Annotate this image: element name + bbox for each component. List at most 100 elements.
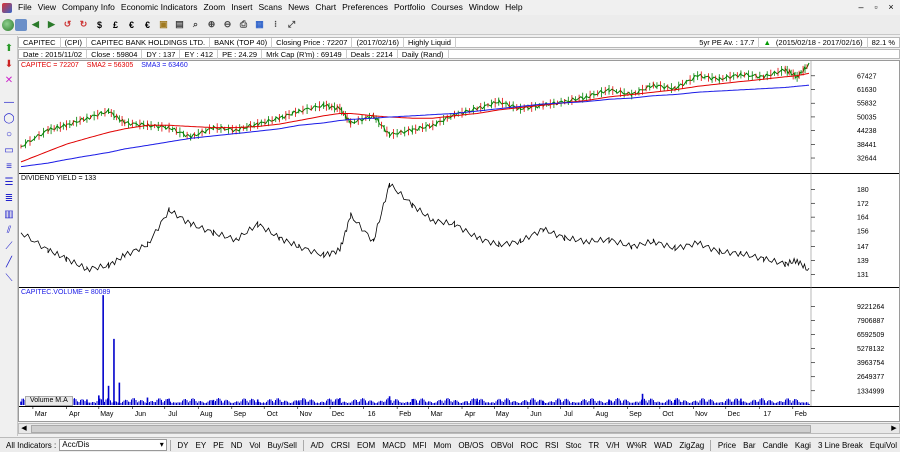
zoom-out-icon[interactable]: ⊖ xyxy=(220,17,235,32)
price-axis-label: 61630 xyxy=(857,87,877,94)
divider xyxy=(302,439,304,451)
btn-vh[interactable]: V/H xyxy=(602,441,622,450)
btn-stoc[interactable]: Stoc xyxy=(561,441,584,450)
btn-candle[interactable]: Candle xyxy=(759,441,791,450)
menu-view[interactable]: View xyxy=(35,0,59,15)
horizontal-scrollbar[interactable]: ◀ ▶ xyxy=(18,423,900,434)
btn-ey[interactable]: EY xyxy=(191,441,209,450)
x-tick-label: Jul xyxy=(564,411,573,418)
restore-button[interactable]: ▫ xyxy=(869,1,883,13)
btn-buy-sell[interactable]: Buy/Sell xyxy=(264,441,300,450)
menu-help[interactable]: Help xyxy=(502,0,525,15)
btn-vol[interactable]: Vol xyxy=(245,441,263,450)
euro-icon[interactable]: € xyxy=(124,17,139,32)
volume-axis-label: 9221264 xyxy=(857,304,884,311)
menu-zoom[interactable]: Zoom xyxy=(200,0,228,15)
btn-macd[interactable]: MACD xyxy=(378,441,409,450)
btn-wr[interactable]: W%R xyxy=(623,441,650,450)
ticker-bar: CAPITEC (CPI) CAPITEC BANK HOLDINGS LTD.… xyxy=(18,37,900,48)
scroll-right-icon[interactable]: ▶ xyxy=(889,424,899,433)
scroll-left-icon[interactable]: ◀ xyxy=(19,424,29,433)
menu-courses[interactable]: Courses xyxy=(428,0,466,15)
menu-window[interactable]: Window xyxy=(466,0,502,15)
btn-crsi[interactable]: CRSI xyxy=(327,441,353,450)
btn-equivol[interactable]: EquiVol xyxy=(866,441,900,450)
btn-obvol[interactable]: OBVol xyxy=(487,441,517,450)
btn-mom[interactable]: Mom xyxy=(430,441,455,450)
zoom-in-icon[interactable]: ⊕ xyxy=(204,17,219,32)
btn-roc[interactable]: ROC xyxy=(516,441,541,450)
euro2-icon[interactable]: € xyxy=(140,17,155,32)
chart-icon[interactable]: ▦ xyxy=(252,17,267,32)
menu-chart[interactable]: Chart xyxy=(312,0,339,15)
scroll-thumb[interactable] xyxy=(31,425,811,433)
print-icon[interactable]: ⎙ xyxy=(236,17,251,32)
globe-icon[interactable] xyxy=(2,18,14,31)
refresh2-icon[interactable]: ↻ xyxy=(76,17,91,32)
menu-economic-indicators[interactable]: Economic Indicators xyxy=(118,0,201,15)
dividend-axis-label: 131 xyxy=(857,272,869,279)
diagonal-tool-icon[interactable]: ⟍ xyxy=(3,272,15,284)
btn-wad[interactable]: WAD xyxy=(650,441,675,450)
menu-preferences[interactable]: Preferences xyxy=(339,0,391,15)
menu-news[interactable]: News xyxy=(285,0,312,15)
refresh-icon[interactable]: ↺ xyxy=(60,17,75,32)
dots-icon[interactable]: ⁝ xyxy=(268,17,283,32)
btn-zigzag[interactable]: ZigZag xyxy=(675,441,707,450)
volume-ma-button[interactable]: Volume M.A xyxy=(25,396,73,406)
btn-kagi[interactable]: Kagi xyxy=(791,441,814,450)
circle-tool-icon[interactable]: ○ xyxy=(3,128,15,140)
down-arrow-icon[interactable]: ⬇ xyxy=(3,58,15,70)
chart-svg[interactable]: Mar Apr May Jun Jul Aug Sep Oct Nov Dec 16 Feb Mar Ap… xyxy=(19,61,899,421)
company-name: CAPITEC BANK HOLDINGS LTD. xyxy=(87,37,211,48)
dividend-axis-label: 156 xyxy=(857,229,869,236)
btn-dy[interactable]: DY xyxy=(173,441,191,450)
minimize-button[interactable]: – xyxy=(854,1,868,13)
grid-tool-icon[interactable]: ▥ xyxy=(3,208,15,220)
x-tick-label: May xyxy=(100,411,114,418)
price-axis-label: 67427 xyxy=(857,73,877,80)
legend-sma2: SMA2 = 56305 xyxy=(86,62,134,69)
lock-icon[interactable]: ▣ xyxy=(156,17,171,32)
btn-mfi[interactable]: MFI xyxy=(409,441,430,450)
channel-tool-icon[interactable]: ≣ xyxy=(3,192,15,204)
menu-company-info[interactable]: Company Info xyxy=(59,0,118,15)
menu-portfolio[interactable]: Portfolio xyxy=(391,0,428,15)
indicator-select[interactable]: Acc/Dis xyxy=(59,439,167,451)
btn-bar[interactable]: Bar xyxy=(739,441,758,450)
btn-obos[interactable]: OB/OS xyxy=(454,441,486,450)
btn-nd[interactable]: ND xyxy=(227,441,246,450)
volume-axis-label: 2649377 xyxy=(857,374,884,381)
btn-eom[interactable]: EOM xyxy=(353,441,378,450)
fibonacci-tool-icon[interactable]: ☰ xyxy=(3,176,15,188)
ellipse-tool-icon[interactable]: ◯ xyxy=(3,112,15,124)
btn-3-line-break[interactable]: 3 Line Break xyxy=(814,441,866,450)
info-dy: DY : 137 xyxy=(142,49,181,59)
btn-tr[interactable]: TR xyxy=(585,441,603,450)
delete-icon[interactable]: ✕ xyxy=(3,74,15,86)
menu-insert[interactable]: Insert xyxy=(228,0,255,15)
search-icon[interactable]: ⌕ xyxy=(188,17,203,32)
menu-scans[interactable]: Scans xyxy=(255,0,285,15)
close-button[interactable]: × xyxy=(884,1,898,13)
up-arrow-icon[interactable]: ⬆ xyxy=(3,42,15,54)
chart-area[interactable]: Mar Apr May Jun Jul Aug Sep Oct Nov Dec 16 Feb Mar Ap… xyxy=(18,60,900,422)
forward-icon[interactable]: ▶ xyxy=(44,17,59,32)
fan-tool-icon[interactable]: ⟋ xyxy=(3,240,15,252)
btn-pe[interactable]: PE xyxy=(209,441,227,450)
parallel-tool-icon[interactable]: ⫽ xyxy=(3,224,15,236)
btn-rsi[interactable]: RSI xyxy=(541,441,561,450)
disk-icon[interactable] xyxy=(15,18,27,31)
btn-price[interactable]: Price xyxy=(714,441,739,450)
expand-icon[interactable]: ⤢ xyxy=(284,17,299,32)
dollar-icon[interactable]: $ xyxy=(92,17,107,32)
box-tool-icon[interactable]: ▭ xyxy=(3,144,15,156)
trend-tool-icon[interactable]: ╱ xyxy=(3,256,15,268)
btn-ad[interactable]: A/D xyxy=(307,441,327,450)
line-tool-icon[interactable]: ― xyxy=(3,96,15,108)
pound-icon[interactable]: £ xyxy=(108,17,123,32)
back-icon[interactable]: ◀ xyxy=(28,17,43,32)
save-icon[interactable]: ▤ xyxy=(172,17,187,32)
menu-file[interactable]: File xyxy=(15,0,35,15)
text-tool-icon[interactable]: ≡ xyxy=(3,160,15,172)
